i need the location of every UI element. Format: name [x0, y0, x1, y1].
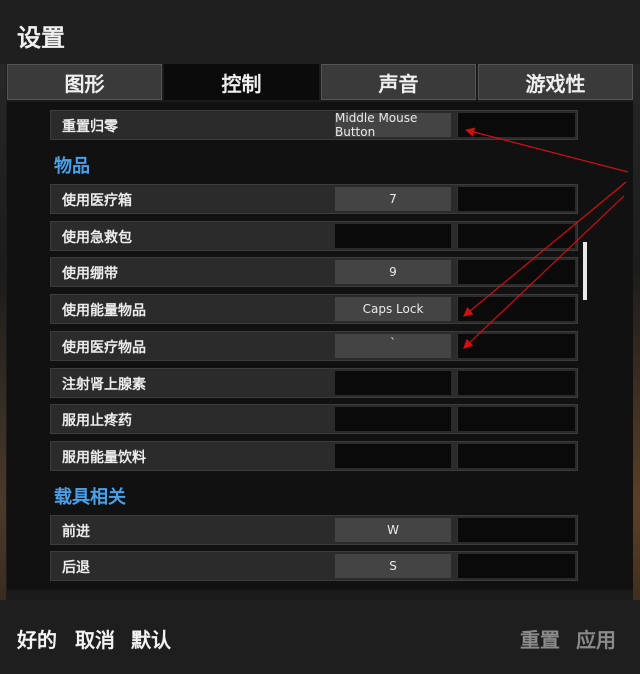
keybind-secondary-slot[interactable] [457, 407, 575, 431]
keybind-secondary-slot[interactable] [457, 444, 575, 468]
keybinding-list[interactable]: 重置归零 Middle Mouse Button 物品 使用医疗箱 7 使用急救… [7, 102, 633, 590]
keybind-primary-slot[interactable]: 7 [335, 187, 451, 211]
keybind-label: 使用医疗物品 [62, 340, 146, 356]
keybind-label: 使用绷带 [62, 266, 118, 282]
keybind-secondary-slot[interactable] [457, 334, 575, 358]
keybind-row-use-medkit: 使用医疗箱 7 [50, 184, 578, 214]
scrollbar-thumb[interactable] [583, 242, 587, 300]
window-title: 设置 [17, 24, 65, 52]
settings-window: 设置 图形 控制 声音 游戏性 重置归零 Middle Mouse Button… [0, 0, 640, 674]
keybind-row-move-forward: 前进 W [50, 515, 578, 545]
keybind-primary-slot[interactable] [335, 224, 451, 248]
keybind-secondary-slot[interactable] [457, 518, 575, 542]
keybind-row-use-bandage: 使用绷带 9 [50, 257, 578, 287]
title-bar: 设置 [0, 0, 640, 64]
apply-button[interactable]: 应用 [576, 624, 616, 653]
keybind-secondary-slot[interactable] [457, 371, 575, 395]
keybind-primary-slot[interactable] [335, 407, 451, 431]
keybind-label: 使用医疗箱 [62, 193, 132, 209]
keybind-primary-slot[interactable]: Caps Lock [335, 297, 451, 321]
keybind-row-inject-adrenaline: 注射肾上腺素 [50, 368, 578, 398]
tab-sound[interactable]: 声音 [321, 64, 476, 100]
keybind-label: 服用止疼药 [62, 413, 132, 429]
keybind-primary-slot[interactable]: 9 [335, 260, 451, 284]
reset-button[interactable]: 重置 [520, 624, 560, 653]
keybind-secondary-slot[interactable] [457, 297, 575, 321]
cancel-button[interactable]: 取消 [75, 624, 115, 653]
keybind-primary-slot[interactable]: W [335, 518, 451, 542]
keybind-label: 服用能量饮料 [62, 450, 146, 466]
section-title-items: 物品 [54, 156, 90, 177]
keybind-label: 重置归零 [62, 119, 118, 135]
keybind-primary-slot[interactable] [335, 444, 451, 468]
tab-controls[interactable]: 控制 [164, 64, 319, 100]
background-edge-right [633, 0, 640, 674]
keybind-row-drink-energy: 服用能量饮料 [50, 441, 578, 471]
keybind-row-use-healing-item: 使用医疗物品 ` [50, 331, 578, 361]
keybind-primary-slot[interactable]: S [335, 554, 451, 578]
keybind-row-reset-zeroing: 重置归零 Middle Mouse Button [50, 110, 578, 140]
keybind-row-move-backward: 后退 S [50, 551, 578, 581]
keybind-row-use-first-aid: 使用急救包 [50, 221, 578, 251]
keybind-label: 使用能量物品 [62, 303, 146, 319]
keybind-secondary-slot[interactable] [457, 554, 575, 578]
keybind-secondary-slot[interactable] [457, 224, 575, 248]
keybind-primary-slot[interactable]: Middle Mouse Button [335, 111, 451, 139]
ok-button[interactable]: 好的 [17, 624, 57, 653]
keybind-secondary-slot[interactable] [457, 113, 575, 137]
keybind-label: 注射肾上腺素 [62, 377, 146, 393]
section-title-vehicle: 载具相关 [54, 487, 126, 508]
tab-gameplay[interactable]: 游戏性 [478, 64, 633, 100]
keybind-row-use-boost-item: 使用能量物品 Caps Lock [50, 294, 578, 324]
footer-bar: 好的 取消 默认 重置 应用 [0, 600, 640, 674]
keybind-label: 后退 [62, 560, 90, 576]
keybind-primary-slot[interactable] [335, 371, 451, 395]
tab-bar: 图形 控制 声音 游戏性 [7, 64, 633, 102]
keybind-primary-slot[interactable]: ` [335, 334, 451, 358]
keybind-secondary-slot[interactable] [457, 187, 575, 211]
default-button[interactable]: 默认 [131, 624, 171, 653]
keybind-secondary-slot[interactable] [457, 260, 575, 284]
keybind-row-take-painkiller: 服用止疼药 [50, 404, 578, 434]
background-edge-left [0, 0, 6, 674]
tab-graphics[interactable]: 图形 [7, 64, 162, 100]
keybind-label: 前进 [62, 524, 90, 540]
keybind-label: 使用急救包 [62, 230, 132, 246]
